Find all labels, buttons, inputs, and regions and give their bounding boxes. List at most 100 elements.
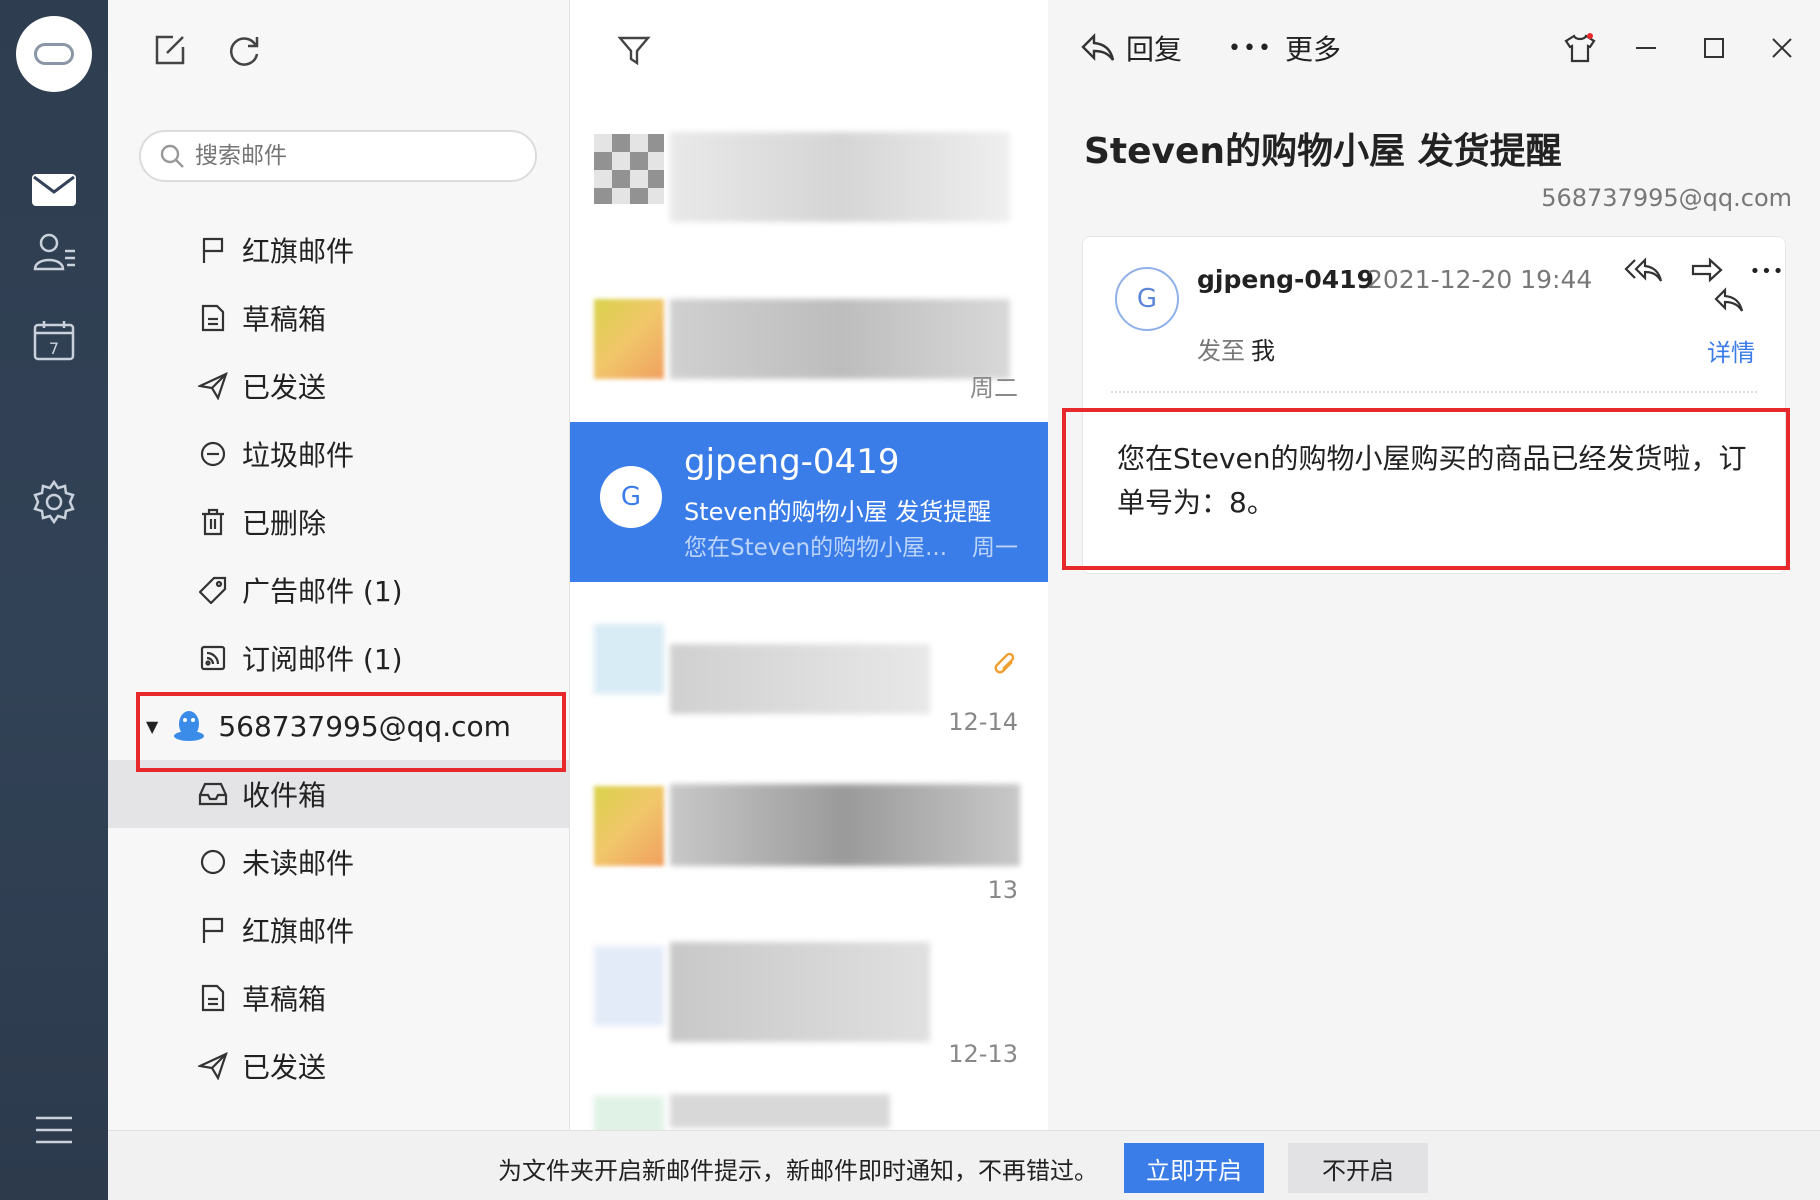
folder-label: 广告邮件 (1) xyxy=(242,575,403,608)
reading-pane: 回复 ••• 更多 Steven的购物小屋 发货提醒 568737995@qq.… xyxy=(1048,0,1820,1130)
settings-icon[interactable] xyxy=(28,476,80,528)
folder-label: 草稿箱 xyxy=(242,983,327,1016)
reply-all-icon[interactable] xyxy=(1623,251,1663,291)
folder-deleted[interactable]: 已删除 xyxy=(108,488,569,556)
folder-subscriptions[interactable]: 订阅邮件 (1) xyxy=(108,624,569,692)
message-list: 周二 G gjpeng-0419 Steven的购物小屋 发货提醒 您在Stev… xyxy=(570,0,1048,1130)
list-item[interactable]: 12-14 xyxy=(570,590,1048,750)
disable-button[interactable]: 不开启 xyxy=(1288,1143,1428,1193)
list-item[interactable]: 13 xyxy=(570,752,1048,912)
folder-flagged[interactable]: 红旗邮件 xyxy=(108,216,569,284)
annotation-box-account xyxy=(136,692,566,772)
sent-icon xyxy=(198,1051,228,1081)
folder-label: 已发送 xyxy=(242,371,327,404)
search-box[interactable] xyxy=(139,130,537,182)
folder-unread[interactable]: 未读邮件 xyxy=(108,828,569,896)
list-item[interactable] xyxy=(570,1072,1048,1130)
folder-label: 已删除 xyxy=(242,507,327,540)
list-date: 周二 xyxy=(970,374,1018,402)
flag-icon xyxy=(198,915,228,945)
list-date: 周一 xyxy=(972,535,1018,561)
tag-icon xyxy=(198,575,228,605)
calendar-icon[interactable]: 7 xyxy=(28,314,80,366)
blurred-content xyxy=(594,926,1034,1056)
search-input[interactable] xyxy=(195,143,495,169)
folder-label: 垃圾邮件 xyxy=(242,439,355,472)
enable-button[interactable]: 立即开启 xyxy=(1124,1143,1264,1193)
folder-list: 红旗邮件 草稿箱 已发送 垃圾邮件 已删除 广告邮件 (1) 订阅邮件 (1) … xyxy=(108,160,569,1130)
blurred-content xyxy=(594,1086,1034,1130)
blurred-content xyxy=(594,279,1034,409)
folder-label: 已发送 xyxy=(242,1051,327,1084)
list-subject: Steven的购物小屋 发货提醒 xyxy=(684,498,992,526)
list-date: 12-14 xyxy=(948,708,1018,736)
spam-icon xyxy=(198,439,228,469)
folder-pane: 红旗邮件 草稿箱 已发送 垃圾邮件 已删除 广告邮件 (1) 订阅邮件 (1) … xyxy=(108,0,570,1130)
draft-icon xyxy=(198,303,228,333)
app-rail: 7 xyxy=(0,0,108,1200)
search-icon xyxy=(160,144,184,168)
unread-icon xyxy=(198,847,228,877)
reply-button[interactable]: 回复 xyxy=(1080,28,1182,68)
skin-icon[interactable] xyxy=(1560,28,1600,68)
maximize-icon[interactable] xyxy=(1694,28,1734,68)
folder-spam[interactable]: 垃圾邮件 xyxy=(108,420,569,488)
filter-icon[interactable] xyxy=(614,30,654,70)
reply-icon xyxy=(1081,33,1115,61)
mail-icon[interactable] xyxy=(28,164,80,216)
blurred-content xyxy=(594,114,1034,244)
draft-icon xyxy=(198,983,228,1013)
folder-label: 红旗邮件 xyxy=(242,915,355,948)
reply-label: 回复 xyxy=(1126,33,1183,66)
folder-ads[interactable]: 广告邮件 (1) xyxy=(108,556,569,624)
blurred-content xyxy=(594,766,1034,896)
mail-time: 2021-12-20 19:44 xyxy=(1367,265,1593,294)
header-divider xyxy=(1111,391,1757,393)
list-date: 12-13 xyxy=(948,1040,1018,1068)
ellipsis-icon: ••• xyxy=(1228,35,1273,61)
folder-label: 订阅邮件 (1) xyxy=(242,643,403,676)
folder-sent-2[interactable]: 已发送 xyxy=(108,1032,569,1100)
list-item[interactable] xyxy=(570,100,1048,260)
flag-icon xyxy=(198,235,228,265)
app-logo[interactable] xyxy=(16,16,92,92)
folder-sent[interactable]: 已发送 xyxy=(108,352,569,420)
refresh-icon[interactable] xyxy=(224,30,264,70)
trash-icon xyxy=(198,507,228,537)
reply-icon[interactable] xyxy=(1709,281,1749,321)
to-value: 我 xyxy=(1251,337,1275,365)
compose-icon[interactable] xyxy=(150,30,190,70)
more-options-icon[interactable]: ••• xyxy=(1747,251,1787,291)
folder-drafts[interactable]: 草稿箱 xyxy=(108,284,569,352)
menu-icon[interactable] xyxy=(28,1104,80,1156)
calendar-day: 7 xyxy=(49,339,59,358)
rss-icon xyxy=(198,643,228,673)
sender-avatar: G xyxy=(1115,267,1179,331)
mail-subject: Steven的购物小屋 发货提醒 xyxy=(1084,131,1562,172)
folder-drafts-2[interactable]: 草稿箱 xyxy=(108,964,569,1032)
list-preview: 您在Steven的购物小屋... xyxy=(684,535,948,561)
folder-label: 红旗邮件 xyxy=(242,235,355,268)
details-link[interactable]: 详情 xyxy=(1707,333,1755,368)
inbox-icon xyxy=(198,779,228,809)
sent-icon xyxy=(198,371,228,401)
folder-label: 未读邮件 xyxy=(242,847,355,880)
annotation-box-body xyxy=(1062,408,1790,570)
mail-account: 568737995@qq.com xyxy=(1541,184,1792,212)
folder-label: 收件箱 xyxy=(242,779,327,812)
list-item[interactable]: 周二 xyxy=(570,265,1048,425)
sender-name[interactable]: gjpeng-0419 xyxy=(1197,265,1374,294)
contacts-icon[interactable] xyxy=(28,226,80,278)
notification-bar: 为文件夹开启新邮件提示，新邮件即时通知，不再错过。 立即开启 不开启 xyxy=(108,1130,1820,1200)
avatar: G xyxy=(600,466,662,528)
list-item-selected[interactable]: G gjpeng-0419 Steven的购物小屋 发货提醒 您在Steven的… xyxy=(570,422,1048,582)
folder-label: 草稿箱 xyxy=(242,303,327,336)
list-sender: gjpeng-0419 xyxy=(684,442,900,482)
more-label: 更多 xyxy=(1284,33,1341,66)
close-icon[interactable] xyxy=(1762,28,1802,68)
minimize-icon[interactable] xyxy=(1626,28,1666,68)
folder-flagged-2[interactable]: 红旗邮件 xyxy=(108,896,569,964)
list-date: 13 xyxy=(987,876,1018,904)
more-button[interactable]: ••• 更多 xyxy=(1228,28,1341,68)
list-item[interactable]: 12-13 xyxy=(570,912,1048,1072)
